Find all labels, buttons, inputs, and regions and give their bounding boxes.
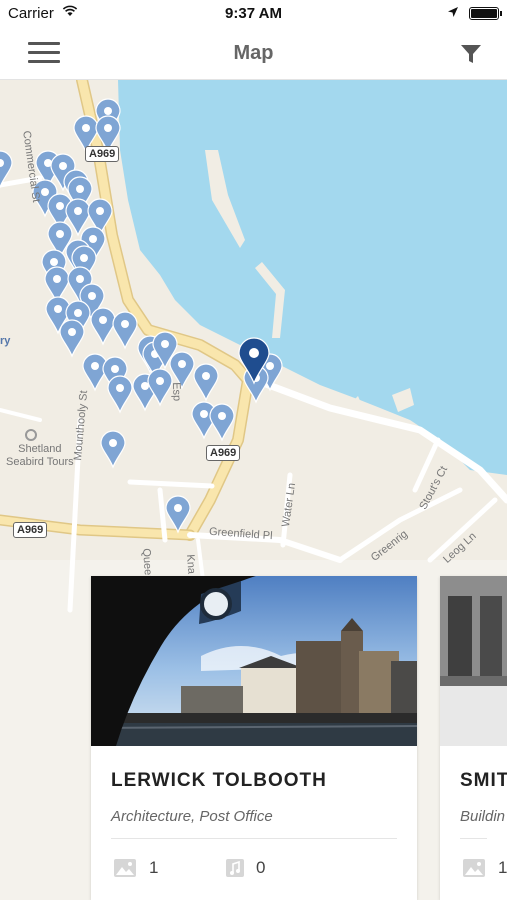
map-pin-dot xyxy=(116,384,124,392)
divider xyxy=(460,838,487,839)
image-count: 1 xyxy=(462,858,507,878)
map-pin-dot xyxy=(76,275,84,283)
map-pin-dot xyxy=(178,360,186,368)
map-pin-dot xyxy=(99,316,107,324)
map-pin-dot xyxy=(202,372,210,380)
place-name: SMIT xyxy=(460,770,507,791)
map-pin-dot xyxy=(53,275,61,283)
map-pin-dot xyxy=(89,235,97,243)
map-pin-dot xyxy=(88,292,96,300)
map-pin-dot xyxy=(74,309,82,317)
map-pin-dot xyxy=(56,230,64,238)
map-pin-dot xyxy=(249,348,259,358)
map-pin-dot xyxy=(76,185,84,193)
smith-photo-image xyxy=(440,576,507,746)
map-pin-dot xyxy=(80,254,88,262)
place-category: Architecture, Post Office xyxy=(111,808,273,825)
map-pin-dot xyxy=(96,207,104,215)
road-badge-a969: A969 xyxy=(85,146,120,162)
place-marker-icon xyxy=(25,429,37,441)
map-pin-dot xyxy=(200,410,208,418)
divider xyxy=(111,838,397,839)
clock: 9:37 AM xyxy=(225,5,282,22)
map-pin-dot xyxy=(74,207,82,215)
map-pin-dot xyxy=(218,412,226,420)
image-icon xyxy=(114,859,136,877)
map-pin-dot xyxy=(50,258,58,266)
place-photo[interactable] xyxy=(440,576,507,746)
map-label-esp: Esp xyxy=(170,382,183,402)
map-label-kna: Kna xyxy=(184,554,198,575)
filter-icon[interactable] xyxy=(459,42,483,66)
place-name: LERWICK TOLBOOTH xyxy=(111,770,327,791)
map-pin-dot xyxy=(104,107,112,115)
map-pin-dot xyxy=(56,202,64,210)
map-pin-dot xyxy=(121,320,129,328)
map-pin-dot xyxy=(54,305,62,313)
image-icon xyxy=(463,859,485,877)
tolbooth-photo-image xyxy=(91,576,417,746)
audio-count-value: 0 xyxy=(256,858,266,877)
audio-count: 0 xyxy=(226,858,265,878)
map-pin-dot xyxy=(59,162,67,170)
map-pin-dot xyxy=(82,124,90,132)
map-pin-dot xyxy=(109,439,117,447)
map-pin-dot xyxy=(104,124,112,132)
map-label-seabird-tours: Shetland Seabird Tours xyxy=(6,443,74,468)
place-card[interactable]: SMIT Buildin 1 xyxy=(440,576,507,900)
music-note-icon xyxy=(226,859,244,877)
image-count-value: 1 xyxy=(149,858,159,877)
place-photo[interactable] xyxy=(91,576,417,746)
status-bar: Carrier 9:37 AM xyxy=(0,0,507,28)
map-label-cutoff: ry xyxy=(0,335,11,347)
place-card[interactable]: LERWICK TOLBOOTH Architecture, Post Offi… xyxy=(91,576,417,900)
battery-icon xyxy=(469,7,502,20)
map-pin-dot xyxy=(68,328,76,336)
place-category: Buildin xyxy=(460,808,506,825)
road-badge-a969: A969 xyxy=(13,522,48,538)
map-pin-dot xyxy=(174,504,182,512)
map-pin-dot xyxy=(91,362,99,370)
map-pin-dot xyxy=(156,377,164,385)
page-title: Map xyxy=(233,42,274,64)
location-arrow-icon xyxy=(448,7,458,17)
map-pin-dot xyxy=(111,365,119,373)
image-count-value: 1 xyxy=(498,858,507,877)
map-pin-dot xyxy=(161,340,169,348)
image-count: 1 xyxy=(113,858,158,878)
map-pin-dot xyxy=(41,188,49,196)
road-badge-a969: A969 xyxy=(206,445,241,461)
map-pin-dot xyxy=(266,362,274,370)
navigation-bar: Map xyxy=(0,28,507,80)
